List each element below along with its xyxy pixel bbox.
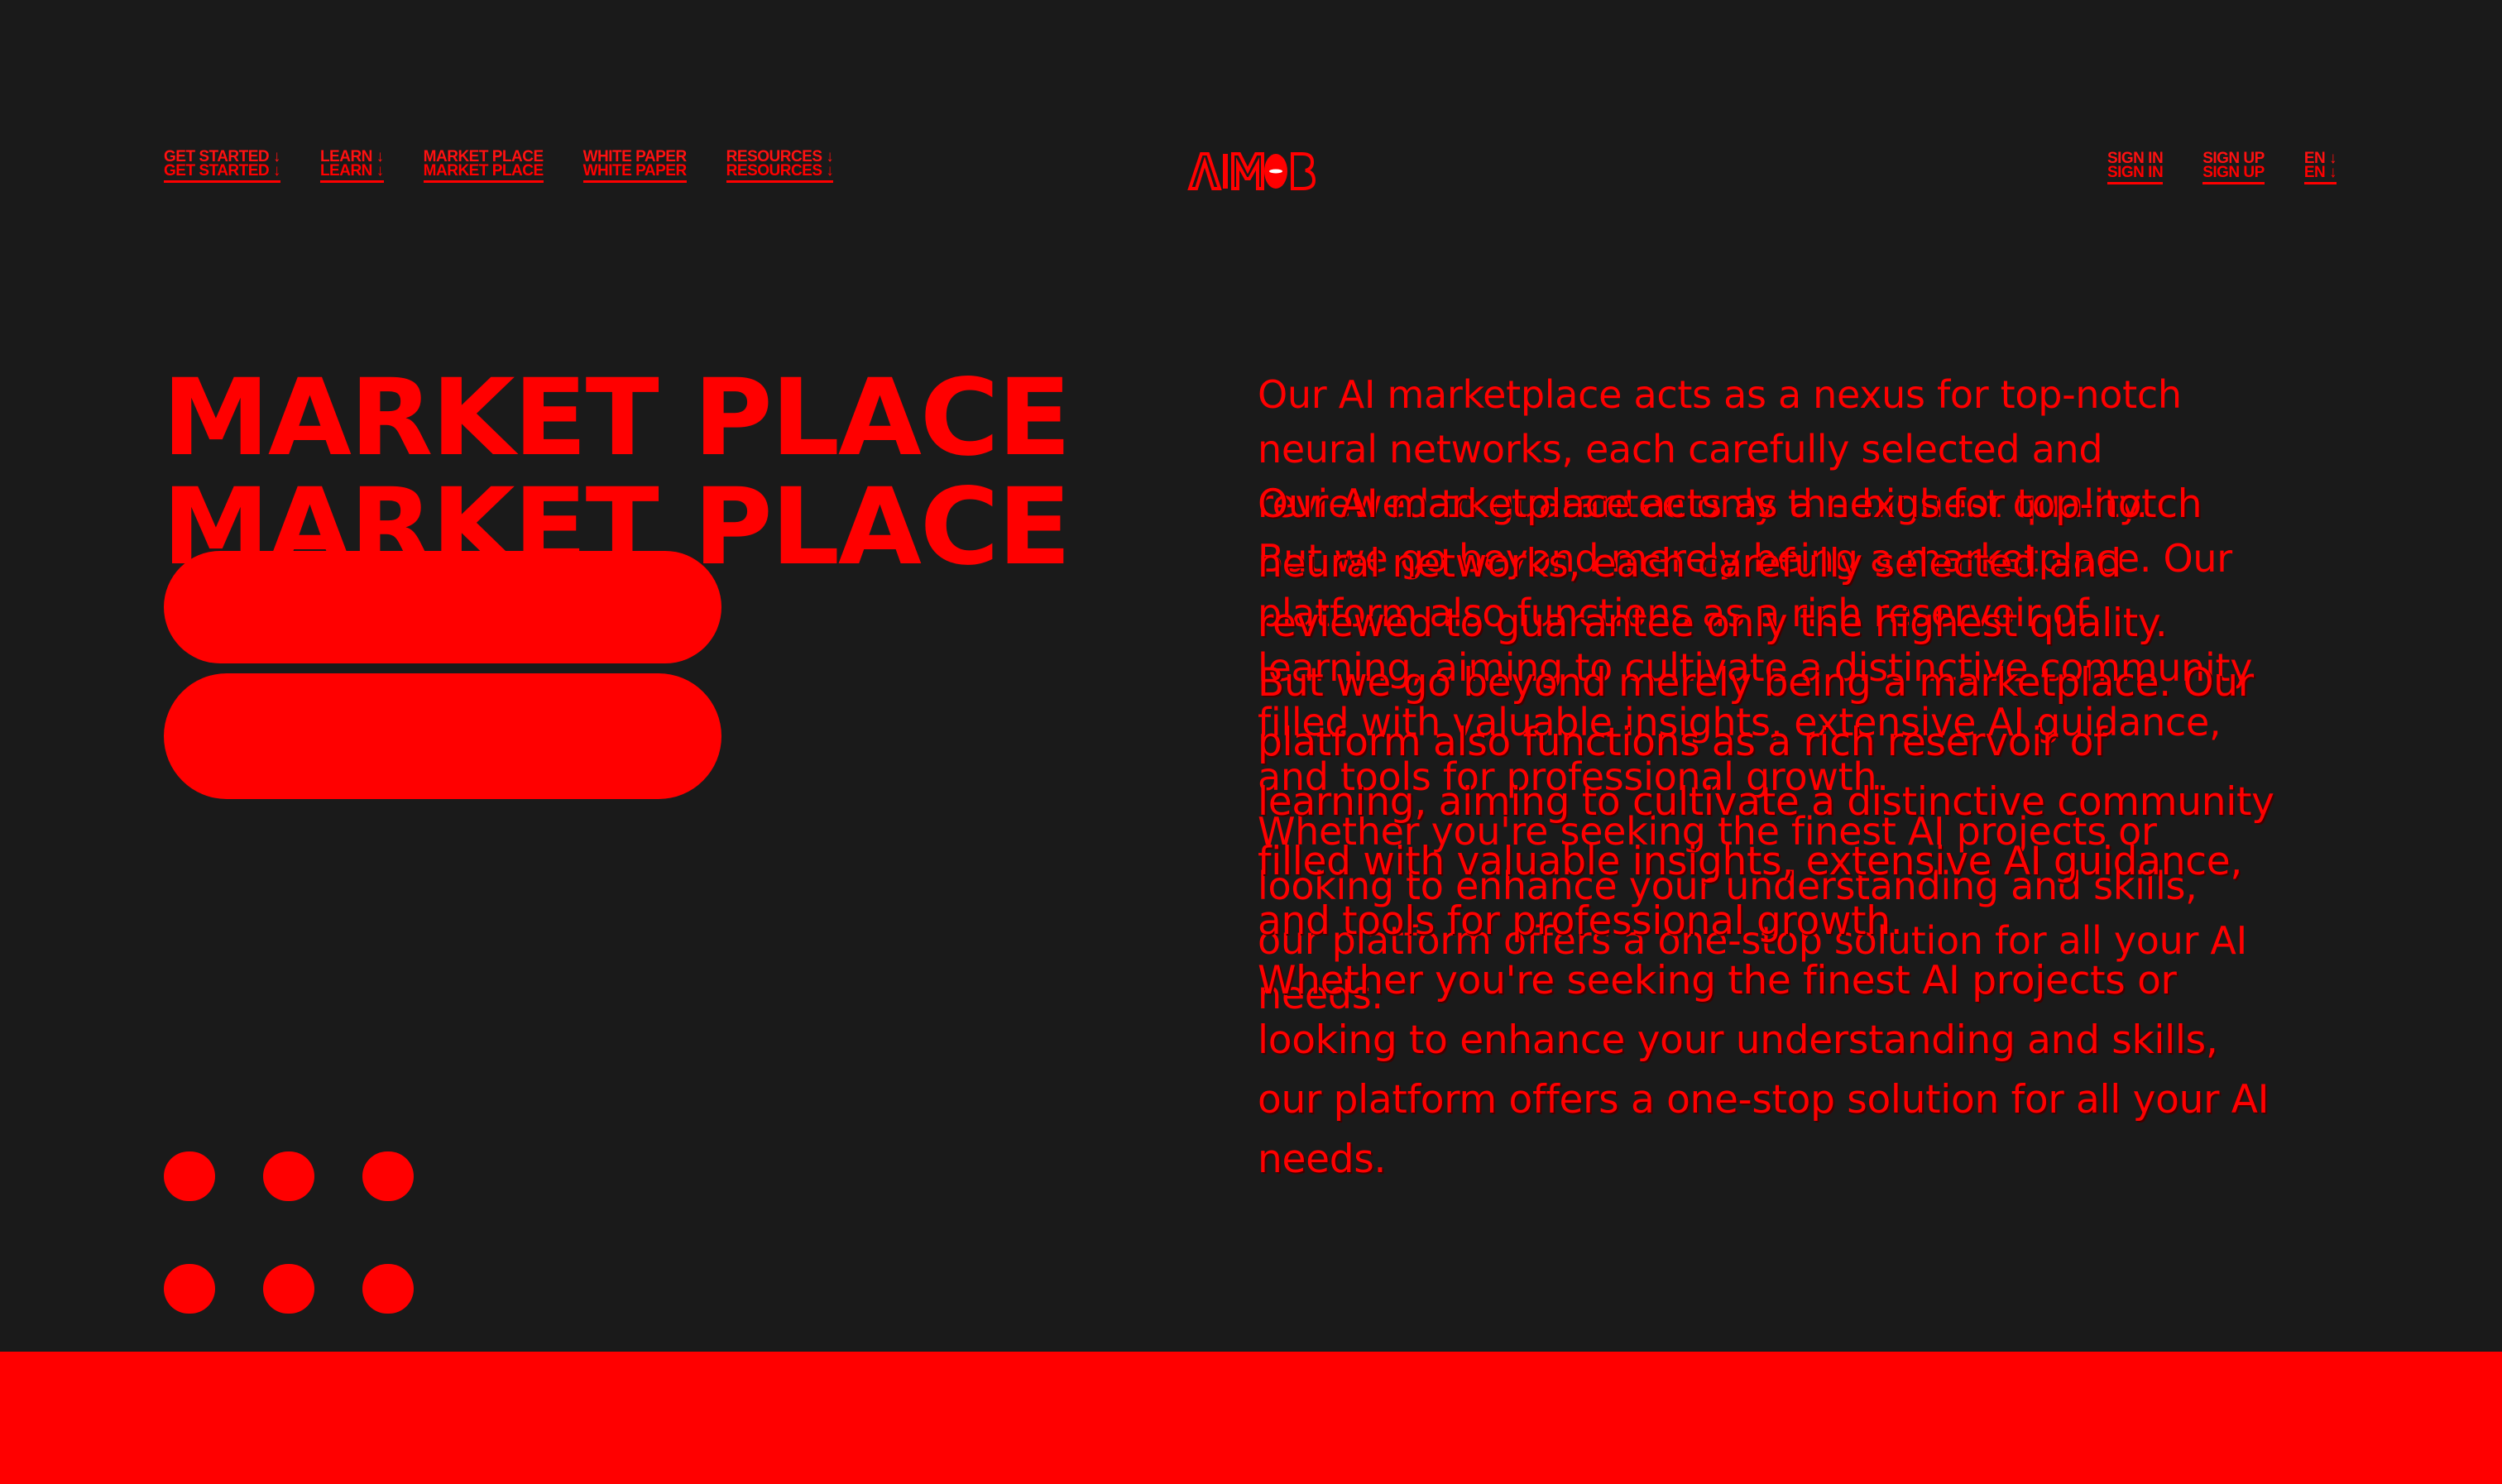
copy-line: reviewed to guarantee only the highest q… — [1258, 601, 2168, 646]
nav-label-echo: MARKET PLACE — [423, 163, 544, 183]
copy-line: Our AI marketplace acts as a nexus for t… — [1258, 372, 2182, 417]
language-selector[interactable]: EN ↓ EN ↓ — [2303, 151, 2337, 185]
description-text-layer-b: Our AI marketplace acts as a nexus for t… — [1258, 475, 2350, 1190]
logo-mark — [1187, 152, 1316, 190]
nav-label-echo: WHITE PAPER — [582, 163, 687, 183]
nav-market-place[interactable]: MARKET PLACE MARKET PLACE — [423, 149, 544, 184]
sign-in-link[interactable]: SIGN IN SIGN IN — [2107, 151, 2164, 185]
copy-line: But we go beyond merely being a marketpl… — [1258, 660, 2254, 706]
dot[interactable] — [263, 1151, 314, 1201]
page-title: MARKET PLACE MARKET PLACE — [162, 357, 1071, 582]
dot[interactable] — [362, 1264, 414, 1314]
copy-line: Our AI marketplace acts as a nexus for t… — [1258, 481, 2202, 527]
nav-get-started[interactable]: GET STARTED ↓ GET STARTED ↓ — [164, 149, 280, 184]
copy-line: learning, aiming to cultivate a distinct… — [1258, 779, 2274, 825]
copy-line: needs. — [1258, 1137, 1387, 1182]
main-nav: GET STARTED ↓ GET STARTED ↓ LEARN ↓ LEAR… — [164, 149, 834, 184]
dot[interactable] — [164, 1264, 215, 1314]
nav-label-echo: SIGN IN — [2107, 165, 2164, 184]
nav-label-echo: SIGN UP — [2202, 165, 2265, 184]
copy-line: our platform offers a one-stop solution … — [1258, 1077, 2270, 1123]
copy-line: neural networks, each carefully selected… — [1258, 427, 2103, 472]
copy-line: Whether you're seeking the finest AI pro… — [1258, 958, 2177, 1003]
sign-up-link[interactable]: SIGN UP SIGN UP — [2202, 151, 2265, 185]
footer-band — [0, 1352, 2502, 1484]
secondary-button[interactable] — [164, 673, 721, 799]
title-line: MARKET PLACE — [162, 357, 1071, 480]
aimob-logo-icon[interactable] — [1186, 146, 1316, 195]
dot[interactable] — [362, 1151, 414, 1201]
account-nav: SIGN IN SIGN IN SIGN UP SIGN UP EN ↓ EN … — [2107, 151, 2337, 185]
dot[interactable] — [263, 1264, 314, 1314]
nav-label-echo: LEARN ↓ — [319, 163, 384, 183]
nav-white-paper[interactable]: WHITE PAPER WHITE PAPER — [582, 149, 687, 184]
dot-grid — [164, 1151, 414, 1314]
nav-label-echo: GET STARTED ↓ — [164, 163, 280, 183]
copy-line: platform also functions as a rich reserv… — [1258, 720, 2107, 765]
primary-button[interactable] — [164, 551, 721, 663]
copy-line: neural networks, each carefully selected… — [1258, 541, 2121, 586]
nav-label-echo: RESOURCES ↓ — [726, 163, 834, 183]
copy-line: filled with valuable insights, extensive… — [1258, 839, 2242, 884]
nav-resources[interactable]: RESOURCES ↓ RESOURCES ↓ — [726, 149, 834, 184]
copy-line: looking to enhance your understanding an… — [1258, 1017, 2218, 1063]
nav-label-echo: EN ↓ — [2303, 165, 2337, 184]
copy-line: and tools for professional growth. — [1258, 898, 1903, 944]
dot[interactable] — [164, 1151, 215, 1201]
nav-learn[interactable]: LEARN ↓ LEARN ↓ — [319, 149, 384, 184]
